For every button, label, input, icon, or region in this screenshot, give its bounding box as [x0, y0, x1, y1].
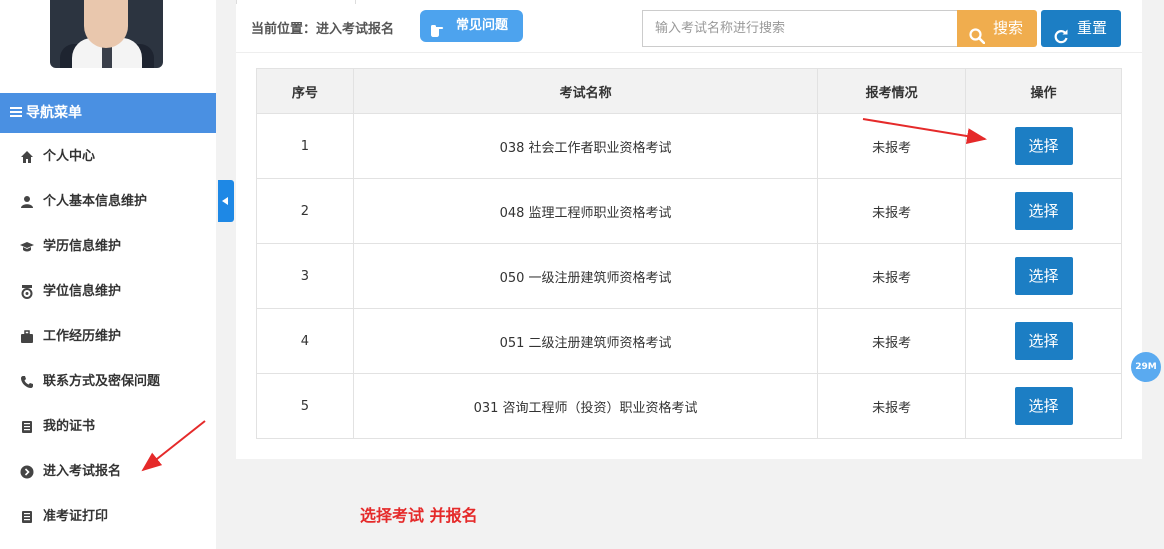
- refresh-icon: [1053, 21, 1069, 44]
- search-button-label: 搜索: [993, 19, 1024, 37]
- exam-name: 031 咨询工程师（投资）职业资格考试: [352, 373, 819, 439]
- phone-icon: [20, 375, 34, 389]
- column-header-exam-name: 考试名称: [352, 68, 819, 114]
- sidebar-item-degree[interactable]: 学位信息维护: [0, 269, 216, 314]
- table-row: 1 038 社会工作者职业资格考试 未报考 选择: [256, 113, 1122, 179]
- menu-bars-icon: [10, 106, 22, 117]
- registration-status: 未报考: [817, 373, 967, 439]
- table-row: 4 051 二级注册建筑师资格考试 未报考 选择: [256, 308, 1122, 374]
- sidebar-item-basic-info[interactable]: 个人基本信息维护: [0, 179, 216, 224]
- sidebar-item-contact[interactable]: 联系方式及密保问题: [0, 359, 216, 404]
- select-button[interactable]: 选择: [1014, 192, 1073, 230]
- sidebar-item-exam-registration[interactable]: 进入考试报名: [0, 449, 216, 494]
- breadcrumb: 当前位置：进入考试报名: [251, 22, 395, 37]
- sidebar-item-label: 准考证打印: [43, 509, 109, 524]
- sidebar-item-label: 我的证书: [43, 419, 96, 434]
- sidebar-item-admission-ticket[interactable]: 准考证打印: [0, 494, 216, 539]
- network-speed-badge: 29M: [1131, 352, 1161, 382]
- sidebar-item-work-experience[interactable]: 工作经历维护: [0, 314, 216, 359]
- home-icon: [20, 150, 34, 164]
- sidebar-item-education[interactable]: 学历信息维护: [0, 224, 216, 269]
- action-cell: 选择: [965, 243, 1122, 309]
- exam-name: 038 社会工作者职业资格考试: [352, 113, 819, 179]
- user-icon: [20, 195, 34, 209]
- table-row: 3 050 一级注册建筑师资格考试 未报考 选择: [256, 243, 1122, 309]
- sidebar-item-label: 联系方式及密保问题: [43, 374, 161, 389]
- faq-button[interactable]: 常见问题: [420, 10, 523, 42]
- sidebar-item-label: 个人中心: [43, 149, 96, 164]
- nav-header: 导航菜单: [0, 93, 216, 133]
- row-number: 3: [256, 243, 354, 309]
- sidebar-item-label: 工作经历维护: [43, 329, 122, 344]
- registration-status: 未报考: [817, 243, 967, 309]
- registration-status: 未报考: [817, 178, 967, 244]
- sidebar-item-label: 学位信息维护: [43, 284, 122, 299]
- faq-button-label: 常见问题: [456, 18, 509, 33]
- briefcase-icon: [20, 329, 34, 344]
- table-row: 2 048 监理工程师职业资格考试 未报考 选择: [256, 178, 1122, 244]
- action-cell: 选择: [965, 308, 1122, 374]
- row-number: 5: [256, 373, 354, 439]
- sidebar-item-certificates[interactable]: 我的证书: [0, 404, 216, 449]
- action-cell: 选择: [965, 178, 1122, 244]
- row-number: 2: [256, 178, 354, 244]
- search-input[interactable]: [642, 10, 958, 47]
- avatar: [50, 0, 163, 68]
- book-icon: [20, 420, 34, 434]
- column-header-status: 报考情况: [817, 68, 967, 114]
- row-number: 4: [256, 308, 354, 374]
- reset-button[interactable]: 重置: [1041, 10, 1121, 47]
- exam-name: 051 二级注册建筑师资格考试: [352, 308, 819, 374]
- search-button[interactable]: 搜索: [957, 10, 1037, 47]
- select-button[interactable]: 选择: [1014, 387, 1073, 425]
- table-header-row: 序号 考试名称 报考情况 操作: [256, 68, 1122, 114]
- action-cell: 选择: [965, 373, 1122, 439]
- sidebar-item-label: 个人基本信息维护: [43, 194, 148, 209]
- table-row: 5 031 咨询工程师（投资）职业资格考试 未报考 选择: [256, 373, 1122, 439]
- select-button[interactable]: 选择: [1014, 257, 1073, 295]
- row-number: 1: [256, 113, 354, 179]
- book-icon: [20, 510, 34, 524]
- column-header-action: 操作: [965, 68, 1122, 114]
- registration-status: 未报考: [817, 113, 967, 179]
- toolbar-divider: [236, 52, 1142, 53]
- reset-button-label: 重置: [1077, 19, 1108, 37]
- search-icon: [969, 21, 986, 45]
- medal-icon: [20, 284, 34, 299]
- pointing-hand-icon: [430, 18, 450, 37]
- column-header-no: 序号: [256, 68, 354, 114]
- sidebar-collapse-toggle[interactable]: [218, 180, 234, 222]
- select-button[interactable]: 选择: [1014, 322, 1073, 360]
- graduation-cap-icon: [20, 240, 34, 254]
- annotation-caption: 选择考试 并报名: [360, 506, 478, 525]
- chevron-circle-right-icon: [20, 465, 34, 479]
- tab-outline: [236, 0, 356, 4]
- nav-list: 个人中心 个人基本信息维护 学历信息维护 学位信息维护 工作经历维护 联系方式及…: [0, 134, 216, 539]
- exam-name: 048 监理工程师职业资格考试: [352, 178, 819, 244]
- sidebar-item-label: 学历信息维护: [43, 239, 122, 254]
- exam-table: 序号 考试名称 报考情况 操作 1 038 社会工作者职业资格考试 未报考 选择…: [256, 68, 1122, 439]
- select-button[interactable]: 选择: [1014, 127, 1073, 165]
- sidebar-item-label: 进入考试报名: [43, 464, 122, 479]
- sidebar: 导航菜单 个人中心 个人基本信息维护 学历信息维护 学位信息维护 工作经历维护 …: [0, 0, 216, 549]
- nav-header-label: 导航菜单: [26, 105, 82, 121]
- exam-name: 050 一级注册建筑师资格考试: [352, 243, 819, 309]
- sidebar-item-personal-center[interactable]: 个人中心: [0, 134, 216, 179]
- action-cell: 选择: [965, 113, 1122, 179]
- registration-status: 未报考: [817, 308, 967, 374]
